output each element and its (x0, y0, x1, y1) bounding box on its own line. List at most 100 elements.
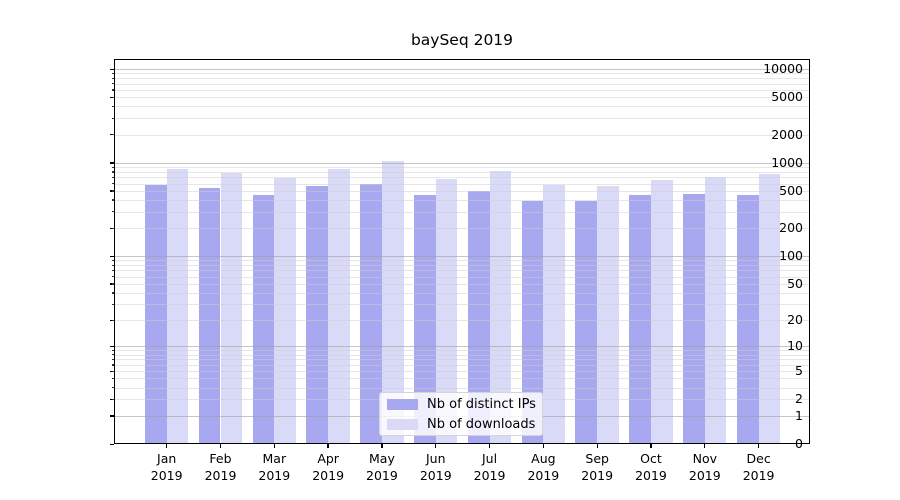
x-tick-jan (166, 444, 168, 448)
grid-line-minor (114, 78, 810, 80)
grid-line-major (114, 69, 810, 71)
bar-distinct-ips-sep (575, 200, 598, 444)
bar-downloads-oct (650, 179, 673, 444)
y-tick-label-5: 5 (795, 363, 803, 379)
x-tick-mar (273, 444, 275, 448)
bar-downloads-nov (704, 177, 727, 444)
x-tick-aug (542, 444, 545, 448)
grid-line-minor (114, 97, 810, 99)
y-tick-1 (110, 415, 114, 417)
y-tick-label-1: 1 (795, 407, 803, 423)
y-minor-tick (111, 364, 114, 366)
grid-line-minor (114, 183, 810, 185)
grid-line-minor (114, 118, 810, 120)
grid-line-minor (114, 106, 810, 108)
grid-line-minor (114, 304, 810, 306)
y-minor-tick (111, 358, 114, 361)
y-tick-1000 (110, 162, 114, 164)
y-tick-label-2000: 2000 (771, 126, 803, 142)
grid-line-minor (114, 177, 810, 179)
bar-downloads-apr (328, 168, 350, 444)
y-tick-0 (110, 443, 114, 445)
x-tick-label-jul: Jul 2019 (473, 451, 506, 483)
plot-area: Nb of distinct IPs Nb of downloads 0 12 5 1… (110, 59, 810, 483)
grid-line-minor (114, 283, 810, 285)
bar-downloads-mar (274, 177, 296, 444)
y-minor-tick (111, 319, 114, 321)
grid-line-minor (114, 350, 810, 352)
x-tick-label-jan: Jan 2019 (150, 451, 183, 483)
grid-line-major (114, 162, 810, 164)
chart-title: baySeq 2019 (410, 31, 514, 49)
y-minor-tick (111, 387, 114, 389)
bar-distinct-ips-feb (198, 188, 221, 444)
legend-entry-downloads: Nb of downloads (380, 416, 542, 433)
y-minor-tick (111, 83, 114, 85)
figure: baySeq 2019 Nb of distinct IPs Nb of dow… (0, 0, 900, 500)
y-minor-tick (111, 211, 114, 213)
y-minor-tick (111, 370, 114, 372)
grid-line-minor (114, 387, 810, 389)
x-tick-label-nov: Nov 2019 (688, 451, 721, 483)
legend-label-distinct-ips: Nb of distinct IPs (427, 396, 536, 412)
y-tick-10000 (110, 68, 114, 70)
grid-line-minor (114, 83, 810, 85)
legend-label-downloads: Nb of downloads (427, 416, 536, 432)
x-tick-label-feb: Feb 2019 (204, 451, 237, 483)
x-tick-feb (219, 444, 222, 448)
legend-swatch-distinct-ips (387, 398, 418, 410)
y-tick-label-50: 50 (787, 275, 803, 291)
y-tick-label-5000: 5000 (771, 89, 803, 105)
grid-line-minor (114, 73, 810, 75)
x-tick-nov (704, 444, 706, 448)
bar-downloads-sep (597, 185, 619, 444)
x-tick-jun (435, 444, 437, 448)
grid-line-major (114, 346, 810, 348)
grid-line-minor (114, 364, 810, 366)
y-tick-label-200: 200 (779, 220, 803, 236)
y-minor-tick (111, 349, 114, 352)
bar-distinct-ips-jan (145, 184, 167, 444)
y-tick-label-2: 2 (795, 391, 803, 407)
y-tick-label-0: 0 (795, 436, 803, 451)
y-minor-tick (111, 105, 114, 108)
grid-line-minor (114, 354, 810, 356)
y-minor-tick (111, 72, 114, 75)
y-tick-label-1000: 1000 (771, 154, 803, 170)
legend-entry-distinct-ips: Nb of distinct IPs (380, 396, 542, 413)
x-tick-label-sep: Sep 2019 (581, 451, 614, 483)
grid-line-minor (114, 171, 810, 173)
x-tick-label-dec: Dec 2019 (742, 451, 775, 483)
grid-line-major (114, 256, 810, 258)
y-minor-tick (111, 276, 114, 278)
y-minor-tick (111, 77, 114, 79)
y-minor-tick (111, 292, 114, 294)
x-tick-label-may: May 2019 (366, 451, 398, 483)
grid-line-minor (114, 292, 810, 294)
y-minor-tick (111, 96, 114, 99)
y-minor-tick (111, 283, 114, 285)
grid-line-minor (114, 320, 810, 322)
bar-distinct-ips-apr (306, 186, 329, 444)
y-minor-tick (111, 264, 114, 266)
grid-line-minor (114, 199, 810, 201)
y-minor-tick (111, 259, 114, 262)
x-tick-label-aug: Aug 2019 (527, 451, 560, 483)
y-minor-tick (111, 199, 114, 201)
grid-line-minor (114, 260, 810, 262)
y-minor-tick (111, 166, 114, 168)
y-tick-label-10: 10 (787, 338, 803, 354)
y-minor-tick (111, 134, 114, 136)
y-minor-tick (111, 176, 114, 179)
y-tick-label-10000: 10000 (763, 61, 803, 77)
y-minor-tick (111, 269, 114, 272)
grid-line-minor (114, 89, 810, 91)
grid-line-minor (114, 211, 810, 213)
y-minor-tick (111, 190, 114, 192)
grid-line-minor (114, 265, 810, 267)
x-tick-label-mar: Mar 2019 (258, 451, 291, 483)
y-minor-tick (111, 227, 114, 229)
y-tick-100 (110, 255, 114, 257)
y-minor-tick (111, 354, 114, 356)
x-tick-apr (327, 444, 329, 448)
